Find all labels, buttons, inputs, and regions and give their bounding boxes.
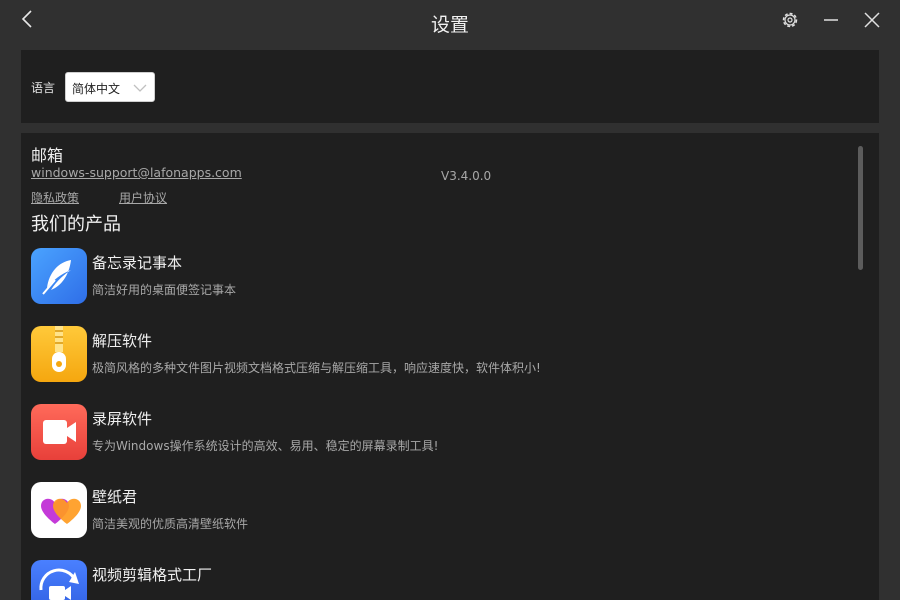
product-desc: 极简风格的多种文件图片视频文档格式压缩与解压缩工具，响应速度快，软件体积小! (92, 361, 541, 375)
product-icon (31, 248, 87, 304)
user-agreement-link[interactable]: 用户协议 (119, 189, 167, 206)
product-icon (31, 404, 87, 460)
scrollbar-thumb[interactable] (858, 146, 863, 270)
video-camera-icon (43, 420, 76, 444)
product-item-video-editor[interactable]: 视频剪辑格式工厂 (31, 560, 851, 600)
products-title: 我们的产品 (31, 214, 121, 235)
product-item-wallpaper[interactable]: 壁纸君 简洁美观的优质高清壁纸软件 (31, 482, 851, 540)
product-desc: 专为Windows操作系统设计的高效、易用、稳定的屏幕录制工具! (92, 439, 439, 453)
chevron-down-icon (133, 84, 147, 92)
version-label: V3.4.0.0 (441, 169, 492, 183)
product-item-recorder[interactable]: 录屏软件 专为Windows操作系统设计的高效、易用、稳定的屏幕录制工具! (31, 404, 851, 462)
gear-icon (782, 12, 798, 28)
product-desc: 简洁美观的优质高清壁纸软件 (92, 517, 249, 531)
close-icon (864, 12, 880, 28)
product-icon (31, 482, 87, 538)
minimize-icon (824, 19, 838, 21)
language-panel: 语言 简体中文 (21, 50, 879, 123)
product-name: 视频剪辑格式工厂 (92, 566, 213, 584)
page-title: 设置 (430, 14, 469, 36)
privacy-policy-link[interactable]: 隐私政策 (31, 189, 79, 206)
minimize-button[interactable] (822, 10, 840, 30)
product-name: 录屏软件 (92, 410, 153, 428)
video-convert-icon (39, 568, 79, 600)
product-name: 壁纸君 (92, 488, 138, 506)
feather-icon (42, 260, 71, 295)
zipper-icon (52, 326, 66, 372)
email-link[interactable]: windows-support@lafonapps.com (31, 165, 242, 180)
product-icon (31, 560, 87, 600)
product-desc: 简洁好用的桌面便签记事本 (92, 283, 237, 297)
product-name: 解压软件 (92, 332, 153, 350)
language-label: 语言 (31, 81, 56, 95)
product-item-unzip[interactable]: 解压软件 极简风格的多种文件图片视频文档格式压缩与解压缩工具，响应速度快，软件体… (31, 326, 851, 384)
product-icon (31, 326, 87, 382)
main-panel: 邮箱 windows-support@lafonapps.com V3.4.0.… (21, 133, 879, 600)
language-select[interactable]: 简体中文 (65, 72, 155, 102)
title-bar: 设置 (0, 0, 900, 46)
product-item-notes[interactable]: 备忘录记事本 简洁好用的桌面便签记事本 (31, 248, 851, 306)
email-title: 邮箱 (31, 146, 64, 165)
language-select-value: 简体中文 (72, 82, 121, 96)
settings-button[interactable] (780, 10, 800, 30)
close-button[interactable] (862, 10, 882, 30)
hearts-icon (41, 498, 81, 524)
product-name: 备忘录记事本 (92, 254, 183, 272)
